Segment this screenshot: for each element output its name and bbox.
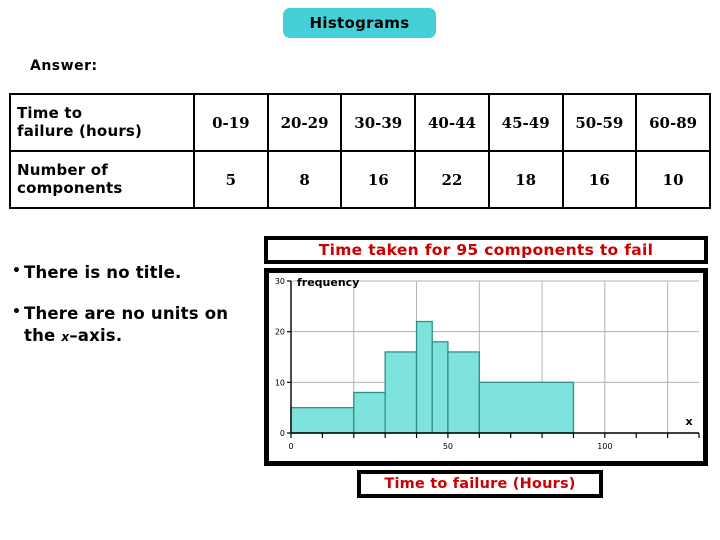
list-item: • There are no units on the x–axis. xyxy=(12,303,264,347)
bullet-dot-icon: • xyxy=(12,303,22,320)
table-cell-interval-5: 50-59 xyxy=(561,93,638,152)
table-cell-count-2: 16 xyxy=(340,150,417,209)
histogram-bar xyxy=(290,407,355,434)
table-cell-interval-3: 40-44 xyxy=(414,93,490,152)
chart-title-text: Time taken for 95 components to fail xyxy=(318,241,654,259)
table-cell-count-5: 16 xyxy=(561,150,638,209)
x-tick-label: 100 xyxy=(597,442,612,451)
table-row: Number of components 5 8 16 22 18 16 10 xyxy=(9,150,711,209)
histogram-bar xyxy=(431,341,449,434)
histogram-bar xyxy=(353,391,386,434)
bullet-text-part-after: –axis. xyxy=(69,325,123,345)
table-cell-count-4: 18 xyxy=(487,150,564,209)
bullet-dot-icon: • xyxy=(12,263,22,279)
table-cell-count-3: 22 xyxy=(414,150,490,209)
table-cell-interval-1: 20-29 xyxy=(266,93,343,152)
y-axis-title: frequency xyxy=(297,276,359,289)
xaxis-caption-text: Time to failure (Hours) xyxy=(384,476,576,492)
table-cell-count-6: 10 xyxy=(635,150,711,209)
table-cell-count-1: 8 xyxy=(266,150,343,209)
row-header-line-1: Number of xyxy=(17,160,109,179)
histogram-bar xyxy=(384,351,418,434)
list-item: • There is no title. xyxy=(12,262,264,284)
table-row: Time to failure (hours) 0-19 20-29 30-39… xyxy=(9,93,711,152)
histogram-plot: 0 50 100 0 10 20 30 frequency x xyxy=(275,276,700,451)
x-tick-label: 50 xyxy=(443,442,453,451)
y-tick-label: 30 xyxy=(275,277,285,286)
x-tick-label: 0 xyxy=(288,442,293,451)
table-cell-count-0: 5 xyxy=(193,150,269,209)
y-tick-label: 20 xyxy=(275,328,285,337)
histogram-bar xyxy=(447,351,480,434)
table-row-header-count: Number of components xyxy=(9,150,195,209)
bullet-text-part-before: There are no units on the xyxy=(24,303,229,345)
table-row-header-time: Time to failure (hours) xyxy=(9,93,195,152)
row-header-line-2: failure (hours) xyxy=(17,121,143,140)
table-cell-interval-0: 0-19 xyxy=(193,93,269,152)
slide-title-banner: Histograms xyxy=(283,8,436,38)
chart-title-box: Time taken for 95 components to fail xyxy=(264,236,708,264)
bullet-text-no-units: There are no units on the x–axis. xyxy=(24,303,264,347)
frequency-table: Time to failure (hours) 0-19 20-29 30-39… xyxy=(9,93,711,209)
histogram-bar xyxy=(478,381,575,434)
y-tick-label: 0 xyxy=(280,429,285,438)
answer-label: Answer: xyxy=(30,58,98,74)
table-cell-interval-6: 60-89 xyxy=(635,93,711,152)
bullet-list: • There is no title. • There are no unit… xyxy=(12,262,264,365)
x-axis-symbol: x xyxy=(685,415,692,428)
table-cell-interval-4: 45-49 xyxy=(487,93,564,152)
row-header-line-2: components xyxy=(17,178,123,197)
table-cell-interval-2: 30-39 xyxy=(340,93,417,152)
xaxis-caption-box: Time to failure (Hours) xyxy=(357,470,603,498)
histogram-chart: 0 50 100 0 10 20 30 frequency x xyxy=(264,268,708,466)
slide-title-text: Histograms xyxy=(309,14,410,32)
bullet-text-no-title: There is no title. xyxy=(24,263,182,282)
histogram-bars xyxy=(290,320,575,434)
y-tick-label: 10 xyxy=(275,378,285,387)
histogram-bar xyxy=(415,320,433,434)
row-header-line-1: Time to xyxy=(17,103,83,122)
